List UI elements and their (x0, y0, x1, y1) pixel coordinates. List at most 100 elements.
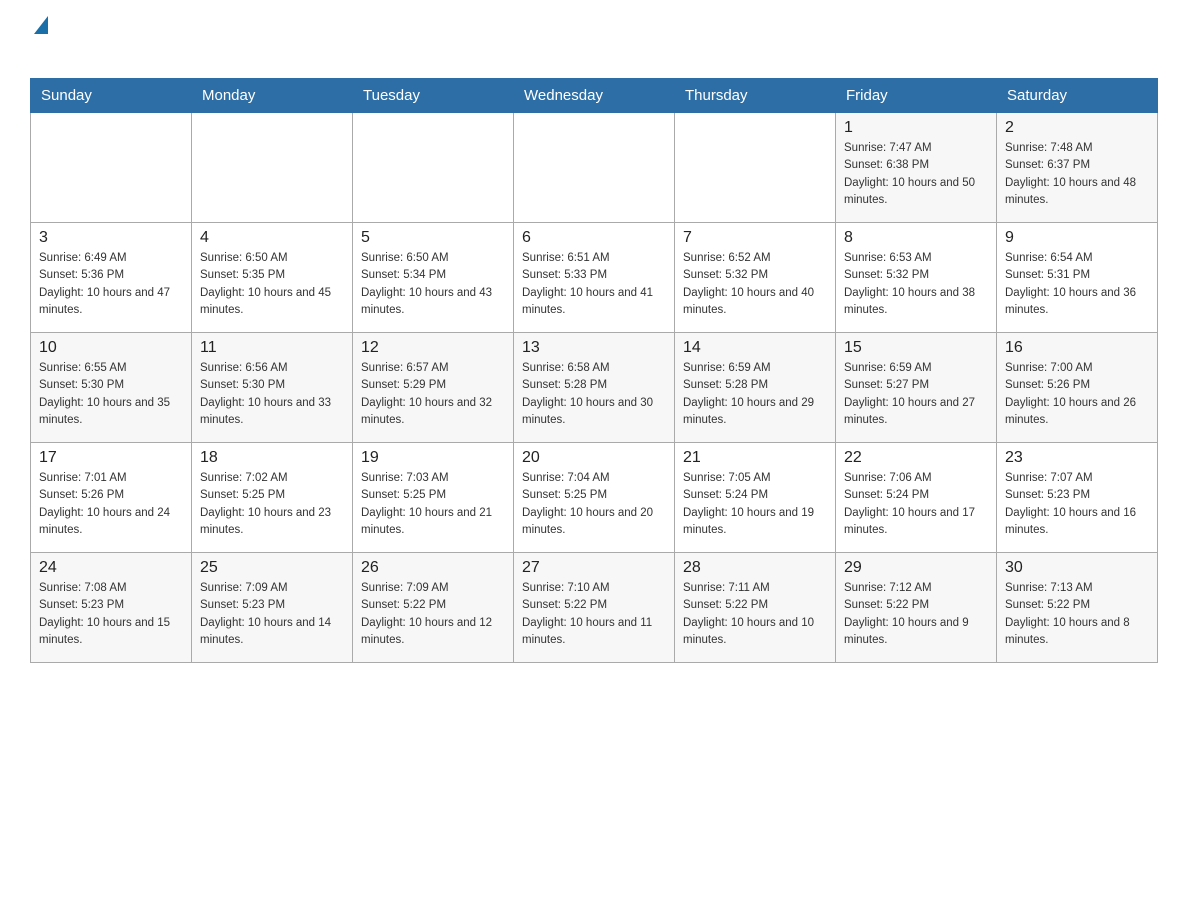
day-number: 2 (1005, 119, 1149, 137)
calendar-cell: 6Sunrise: 6:51 AMSunset: 5:33 PMDaylight… (514, 223, 675, 333)
day-info: Sunrise: 7:02 AMSunset: 5:25 PMDaylight:… (200, 470, 344, 539)
day-info: Sunrise: 6:58 AMSunset: 5:28 PMDaylight:… (522, 360, 666, 429)
day-number: 27 (522, 559, 666, 577)
day-info: Sunrise: 6:59 AMSunset: 5:28 PMDaylight:… (683, 360, 827, 429)
weekday-header-wednesday: Wednesday (514, 79, 675, 113)
day-info: Sunrise: 7:01 AMSunset: 5:26 PMDaylight:… (39, 470, 183, 539)
day-number: 1 (844, 119, 988, 137)
day-info: Sunrise: 6:51 AMSunset: 5:33 PMDaylight:… (522, 250, 666, 319)
week-row-5: 24 Sunrise: 7:08 AMSunset: 5:23 PMDayligh… (31, 553, 1158, 663)
logo (30, 20, 48, 58)
day-number: 22 (844, 449, 988, 467)
day-info: Sunrise: 7:10 AMSunset: 5:22 PMDaylight:… (522, 580, 666, 649)
day-number: 16 (1005, 339, 1149, 357)
week-row-4: 17 Sunrise: 7:01 AMSunset: 5:26 PMDayligh… (31, 443, 1158, 553)
day-number: 23 (1005, 449, 1149, 467)
day-number: 10 (39, 339, 183, 357)
day-number: 24 (39, 559, 183, 577)
day-number: 19 (361, 449, 505, 467)
day-number: 8 (844, 229, 988, 247)
day-info: Sunrise: 7:06 AMSunset: 5:24 PMDaylight:… (844, 470, 988, 539)
day-info: Sunrise: 7:48 AMSunset: 6:37 PMDaylight:… (1005, 140, 1149, 209)
calendar-cell: 7 Sunrise: 6:52 AMSunset: 5:32 PMDaylight… (675, 223, 836, 333)
day-info: Sunrise: 7:09 AMSunset: 5:22 PMDaylight:… (361, 580, 505, 649)
calendar-cell (514, 113, 675, 223)
calendar-cell: 14 Sunrise: 6:59 AMSunset: 5:28 PMDayligh… (675, 333, 836, 443)
day-number: 28 (683, 559, 827, 577)
day-number: 30 (1005, 559, 1149, 577)
day-info: Sunrise: 7:07 AMSunset: 5:23 PMDaylight:… (1005, 470, 1149, 539)
day-number: 12 (361, 339, 505, 357)
calendar-cell: 15 Sunrise: 6:59 AMSunset: 5:27 PMDayligh… (836, 333, 997, 443)
day-info: Sunrise: 7:03 AMSunset: 5:25 PMDaylight:… (361, 470, 505, 539)
logo-text (30, 20, 48, 34)
calendar-cell: 29Sunrise: 7:12 AMSunset: 5:22 PMDayligh… (836, 553, 997, 663)
calendar-cell: 5 Sunrise: 6:50 AMSunset: 5:34 PMDaylight… (353, 223, 514, 333)
calendar-cell: 30 Sunrise: 7:13 AMSunset: 5:22 PMDayligh… (997, 553, 1158, 663)
day-number: 15 (844, 339, 988, 357)
day-info: Sunrise: 6:49 AMSunset: 5:36 PMDaylight:… (39, 250, 183, 319)
day-number: 21 (683, 449, 827, 467)
calendar-cell: 12Sunrise: 6:57 AMSunset: 5:29 PMDayligh… (353, 333, 514, 443)
day-info: Sunrise: 7:04 AMSunset: 5:25 PMDaylight:… (522, 470, 666, 539)
calendar-cell: 28 Sunrise: 7:11 AMSunset: 5:22 PMDayligh… (675, 553, 836, 663)
day-number: 5 (361, 229, 505, 247)
day-info: Sunrise: 7:47 AMSunset: 6:38 PMDaylight:… (844, 140, 988, 209)
weekday-header-saturday: Saturday (997, 79, 1158, 113)
day-info: Sunrise: 7:09 AMSunset: 5:23 PMDaylight:… (200, 580, 344, 649)
calendar-cell (192, 113, 353, 223)
weekday-header-tuesday: Tuesday (353, 79, 514, 113)
calendar-cell: 22 Sunrise: 7:06 AMSunset: 5:24 PMDayligh… (836, 443, 997, 553)
calendar-cell: 25 Sunrise: 7:09 AMSunset: 5:23 PMDayligh… (192, 553, 353, 663)
day-number: 13 (522, 339, 666, 357)
calendar-cell (675, 113, 836, 223)
calendar-cell: 21 Sunrise: 7:05 AMSunset: 5:24 PMDayligh… (675, 443, 836, 553)
logo-arrow-icon (34, 16, 48, 34)
weekday-header-thursday: Thursday (675, 79, 836, 113)
day-info: Sunrise: 7:08 AMSunset: 5:23 PMDaylight:… (39, 580, 183, 649)
calendar-cell: 8 Sunrise: 6:53 AMSunset: 5:32 PMDaylight… (836, 223, 997, 333)
day-info: Sunrise: 6:59 AMSunset: 5:27 PMDaylight:… (844, 360, 988, 429)
day-number: 11 (200, 339, 344, 357)
day-number: 9 (1005, 229, 1149, 247)
calendar-cell (31, 113, 192, 223)
day-number: 29 (844, 559, 988, 577)
calendar-cell: 13 Sunrise: 6:58 AMSunset: 5:28 PMDayligh… (514, 333, 675, 443)
calendar-cell: 11 Sunrise: 6:56 AMSunset: 5:30 PMDayligh… (192, 333, 353, 443)
day-info: Sunrise: 7:05 AMSunset: 5:24 PMDaylight:… (683, 470, 827, 539)
calendar-cell: 17 Sunrise: 7:01 AMSunset: 5:26 PMDayligh… (31, 443, 192, 553)
calendar-cell: 4Sunrise: 6:50 AMSunset: 5:35 PMDaylight… (192, 223, 353, 333)
day-info: Sunrise: 7:11 AMSunset: 5:22 PMDaylight:… (683, 580, 827, 649)
day-info: Sunrise: 6:52 AMSunset: 5:32 PMDaylight:… (683, 250, 827, 319)
calendar-cell: 18Sunrise: 7:02 AMSunset: 5:25 PMDayligh… (192, 443, 353, 553)
week-row-1: 1 Sunrise: 7:47 AMSunset: 6:38 PMDaylight… (31, 113, 1158, 223)
day-info: Sunrise: 6:50 AMSunset: 5:34 PMDaylight:… (361, 250, 505, 319)
calendar-cell: 27 Sunrise: 7:10 AMSunset: 5:22 PMDayligh… (514, 553, 675, 663)
week-row-2: 3 Sunrise: 6:49 AMSunset: 5:36 PMDaylight… (31, 223, 1158, 333)
calendar-cell: 9 Sunrise: 6:54 AMSunset: 5:31 PMDaylight… (997, 223, 1158, 333)
day-number: 26 (361, 559, 505, 577)
calendar-cell: 26 Sunrise: 7:09 AMSunset: 5:22 PMDayligh… (353, 553, 514, 663)
calendar-cell (353, 113, 514, 223)
calendar-cell: 19 Sunrise: 7:03 AMSunset: 5:25 PMDayligh… (353, 443, 514, 553)
weekday-header-friday: Friday (836, 79, 997, 113)
calendar-cell: 24 Sunrise: 7:08 AMSunset: 5:23 PMDayligh… (31, 553, 192, 663)
calendar-cell: 16Sunrise: 7:00 AMSunset: 5:26 PMDayligh… (997, 333, 1158, 443)
day-info: Sunrise: 6:50 AMSunset: 5:35 PMDaylight:… (200, 250, 344, 319)
day-info: Sunrise: 7:13 AMSunset: 5:22 PMDaylight:… (1005, 580, 1149, 649)
day-info: Sunrise: 6:53 AMSunset: 5:32 PMDaylight:… (844, 250, 988, 319)
calendar-cell: 20Sunrise: 7:04 AMSunset: 5:25 PMDayligh… (514, 443, 675, 553)
week-row-3: 10 Sunrise: 6:55 AMSunset: 5:30 PMDayligh… (31, 333, 1158, 443)
day-info: Sunrise: 6:56 AMSunset: 5:30 PMDaylight:… (200, 360, 344, 429)
weekday-header-monday: Monday (192, 79, 353, 113)
day-info: Sunrise: 6:54 AMSunset: 5:31 PMDaylight:… (1005, 250, 1149, 319)
day-number: 3 (39, 229, 183, 247)
day-number: 25 (200, 559, 344, 577)
day-number: 7 (683, 229, 827, 247)
page-header (30, 20, 1158, 58)
calendar-cell: 3 Sunrise: 6:49 AMSunset: 5:36 PMDaylight… (31, 223, 192, 333)
day-number: 14 (683, 339, 827, 357)
calendar-cell: 23 Sunrise: 7:07 AMSunset: 5:23 PMDayligh… (997, 443, 1158, 553)
day-info: Sunrise: 6:55 AMSunset: 5:30 PMDaylight:… (39, 360, 183, 429)
day-number: 17 (39, 449, 183, 467)
